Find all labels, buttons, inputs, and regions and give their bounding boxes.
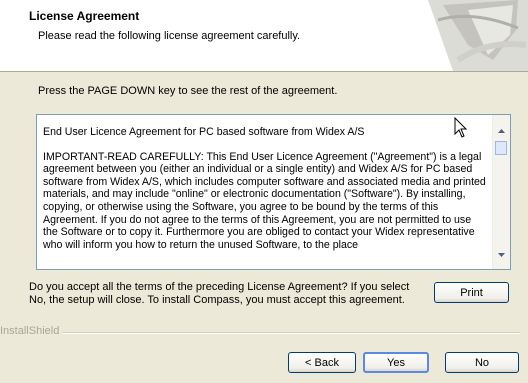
- license-text-area[interactable]: End User Licence Agreement for PC based …: [37, 115, 493, 269]
- page-down-instruction: Press the PAGE DOWN key to see the rest …: [38, 85, 338, 97]
- header-title: License Agreement: [29, 9, 140, 23]
- accept-question: Do you accept all the terms of the prece…: [29, 281, 410, 306]
- installshield-label: InstallShield: [0, 325, 64, 337]
- header-subtitle: Please read the following license agreem…: [38, 30, 301, 42]
- installer-banner-graphic: [428, 0, 528, 71]
- scroll-down-arrow-icon[interactable]: [493, 246, 510, 263]
- license-body: IMPORTANT-READ CAREFULLY: This End User …: [43, 150, 486, 251]
- mouse-pointer-icon: [454, 117, 468, 138]
- print-button[interactable]: Print: [434, 282, 509, 303]
- license-textbox[interactable]: End User Licence Agreement for PC based …: [36, 114, 511, 270]
- back-button[interactable]: < Back: [288, 352, 356, 373]
- scroll-up-arrow-icon[interactable]: [493, 122, 510, 139]
- license-heading: End User Licence Agreement for PC based …: [43, 126, 365, 138]
- license-scrollbar[interactable]: [492, 115, 510, 269]
- dialog-header: License Agreement Please read the follow…: [0, 0, 528, 72]
- scroll-thumb[interactable]: [495, 141, 507, 155]
- no-button[interactable]: No: [445, 352, 519, 373]
- installshield-divider: [0, 332, 520, 334]
- yes-button[interactable]: Yes: [363, 352, 429, 373]
